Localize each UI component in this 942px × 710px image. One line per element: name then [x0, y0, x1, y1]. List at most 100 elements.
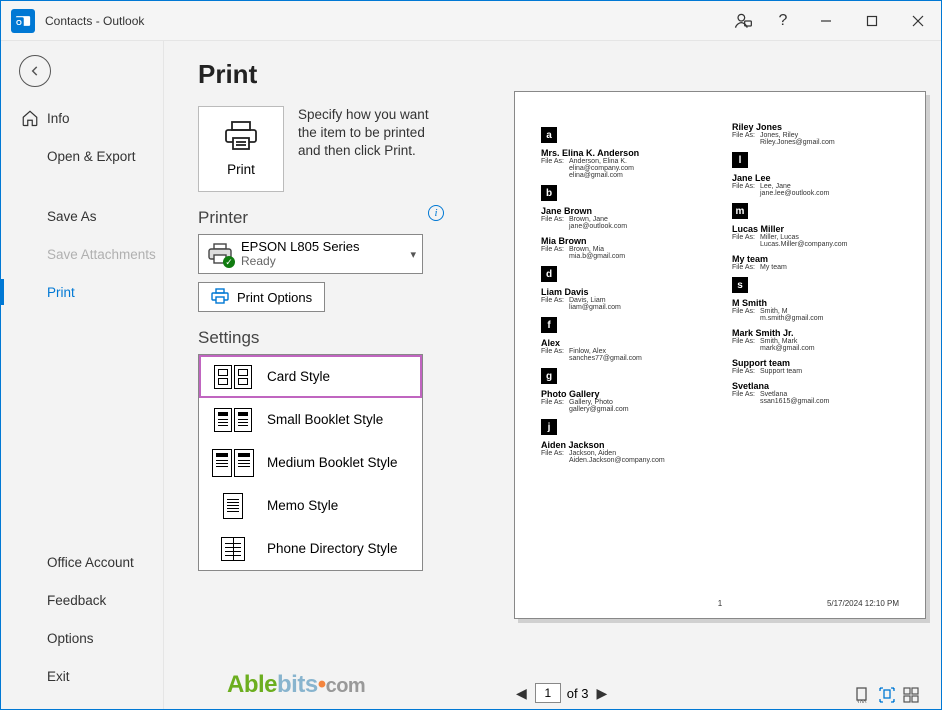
printer-texts: EPSON L805 Series Ready: [241, 240, 360, 269]
print-button-label: Print: [227, 162, 255, 177]
printer-status-icon: ✓: [207, 243, 233, 265]
print-settings-column: Print Print: [198, 59, 474, 709]
contact-name: M Smith: [732, 298, 899, 308]
print-styles-list: Card Style Small Booklet Style Medium Bo…: [198, 354, 423, 571]
contact-line: File As:Smith, M: [732, 308, 899, 315]
printer-info-icon[interactable]: i: [428, 205, 444, 221]
contact-line: mia.b@gmail.com: [541, 253, 708, 260]
contacts-col-left: aMrs. Elina K. AndersonFile As:Anderson,…: [541, 122, 708, 470]
fit-window-icon[interactable]: [879, 687, 895, 703]
help-icon[interactable]: ?: [763, 1, 803, 41]
contact-line: File As:Lee, Jane: [732, 183, 899, 190]
print-options-icon: [211, 288, 229, 307]
style-phone-directory[interactable]: Phone Directory Style: [199, 527, 422, 570]
nav-office-account[interactable]: Office Account: [1, 543, 163, 581]
contact-card: Mark Smith Jr.File As:Smith, Markmark@gm…: [732, 328, 899, 352]
next-page-button[interactable]: ▶: [594, 685, 609, 702]
printer-dropdown[interactable]: ✓ EPSON L805 Series Ready ▾: [198, 234, 423, 274]
sidebar-bottom: Office Account Feedback Options Exit: [1, 543, 163, 709]
nav-label: Exit: [47, 669, 70, 684]
window-title: Contacts - Outlook: [45, 14, 144, 28]
titlebar: O Contacts - Outlook ?: [1, 1, 941, 41]
nav-info[interactable]: Info: [1, 99, 163, 137]
contact-name: Mia Brown: [541, 236, 708, 246]
letter-divider: f: [541, 317, 557, 333]
titlebar-controls: ?: [723, 1, 941, 41]
close-button[interactable]: [895, 1, 941, 41]
nav-save-as[interactable]: Save As: [1, 197, 163, 235]
body: Info Open & Export Save As Save Attachme…: [1, 41, 941, 709]
contact-name: Svetlana: [732, 381, 899, 391]
contact-line: liam@gmail.com: [541, 304, 708, 311]
contact-line: ssan1615@gmail.com: [732, 398, 899, 405]
style-small-booklet[interactable]: Small Booklet Style: [199, 398, 422, 441]
contact-line: File As:Miller, Lucas: [732, 234, 899, 241]
style-medium-booklet[interactable]: Medium Booklet Style: [199, 441, 422, 484]
nav-save-attachments: Save Attachments: [1, 235, 163, 273]
nav-feedback[interactable]: Feedback: [1, 581, 163, 619]
style-label: Medium Booklet Style: [267, 455, 398, 470]
contact-card: My teamFile As:My team: [732, 254, 899, 271]
contact-card: Support teamFile As:Support team: [732, 358, 899, 375]
contact-line: Aiden.Jackson@company.com: [541, 457, 708, 464]
contact-line: jane@outlook.com: [541, 223, 708, 230]
prev-page-button[interactable]: ◀: [514, 685, 529, 702]
nav-label: Open & Export: [47, 149, 136, 164]
backstage-sidebar: Info Open & Export Save As Save Attachme…: [1, 41, 164, 709]
contact-line: m.smith@gmail.com: [732, 315, 899, 322]
contact-card: Riley JonesFile As:Jones, RileyRiley.Jon…: [732, 122, 899, 146]
contact-line: File As:Brown, Mia: [541, 246, 708, 253]
contact-line: File As:Finlow, Alex: [541, 348, 708, 355]
maximize-button[interactable]: [849, 1, 895, 41]
contact-card: Mrs. Elina K. AndersonFile As:Anderson, …: [541, 148, 708, 179]
multiple-pages-icon[interactable]: [903, 687, 919, 703]
preview-page: aMrs. Elina K. AndersonFile As:Anderson,…: [514, 91, 926, 619]
contact-card: Jane LeeFile As:Lee, Janejane.lee@outloo…: [732, 173, 899, 197]
print-button[interactable]: Print: [198, 106, 284, 192]
minimize-button[interactable]: [803, 1, 849, 41]
letter-divider: l: [732, 152, 748, 168]
printer-status: Ready: [241, 255, 360, 269]
contact-name: Alex: [541, 338, 708, 348]
pager-total: of 3: [567, 686, 589, 701]
nav-label: Feedback: [47, 593, 106, 608]
nav-label: Save Attachments: [47, 247, 156, 262]
nav-print[interactable]: Print: [1, 273, 163, 311]
nav-label: Office Account: [47, 555, 134, 570]
contact-line: File As:Brown, Jane: [541, 216, 708, 223]
contact-card: AlexFile As:Finlow, Alexsanches77@gmail.…: [541, 338, 708, 362]
back-button[interactable]: [19, 55, 51, 87]
contact-name: Riley Jones: [732, 122, 899, 132]
nav-exit[interactable]: Exit: [1, 657, 163, 695]
style-label: Phone Directory Style: [267, 541, 398, 556]
letter-divider: s: [732, 277, 748, 293]
contact-line: Riley.Jones@gmail.com: [732, 139, 899, 146]
outlook-app-icon: O: [11, 9, 35, 33]
style-card[interactable]: Card Style: [199, 355, 422, 398]
account-manager-icon[interactable]: [723, 1, 763, 41]
page-input[interactable]: [535, 683, 561, 703]
print-button-row: Print Specify how you want the item to b…: [198, 106, 474, 192]
print-options-button[interactable]: Print Options: [198, 282, 325, 312]
actual-size-icon[interactable]: 100: [855, 687, 871, 703]
contact-card: M SmithFile As:Smith, Mm.smith@gmail.com: [732, 298, 899, 322]
style-memo[interactable]: Memo Style: [199, 484, 422, 527]
nav-open-export[interactable]: Open & Export: [1, 137, 163, 175]
printer-section-title: Printer: [198, 208, 248, 228]
home-icon: [21, 109, 39, 127]
memo-style-icon: [209, 493, 257, 519]
contact-card: Photo GalleryFile As:Gallery, Photogalle…: [541, 389, 708, 413]
contact-card: Mia BrownFile As:Brown, Miamia.b@gmail.c…: [541, 236, 708, 260]
contact-card: Aiden JacksonFile As:Jackson, AidenAiden…: [541, 440, 708, 464]
contact-line: File As:Jackson, Aiden: [541, 450, 708, 457]
chevron-down-icon: ▾: [410, 248, 416, 261]
contact-line: jane.lee@outlook.com: [732, 190, 899, 197]
nav-label: Options: [47, 631, 94, 646]
contact-line: File As:Jones, Riley: [732, 132, 899, 139]
contact-line: File As:Anderson, Elina K.: [541, 158, 708, 165]
contact-line: gallery@gmail.com: [541, 406, 708, 413]
nav-options[interactable]: Options: [1, 619, 163, 657]
contact-name: My team: [732, 254, 899, 264]
contact-name: Support team: [732, 358, 899, 368]
contact-line: File As:Gallery, Photo: [541, 399, 708, 406]
